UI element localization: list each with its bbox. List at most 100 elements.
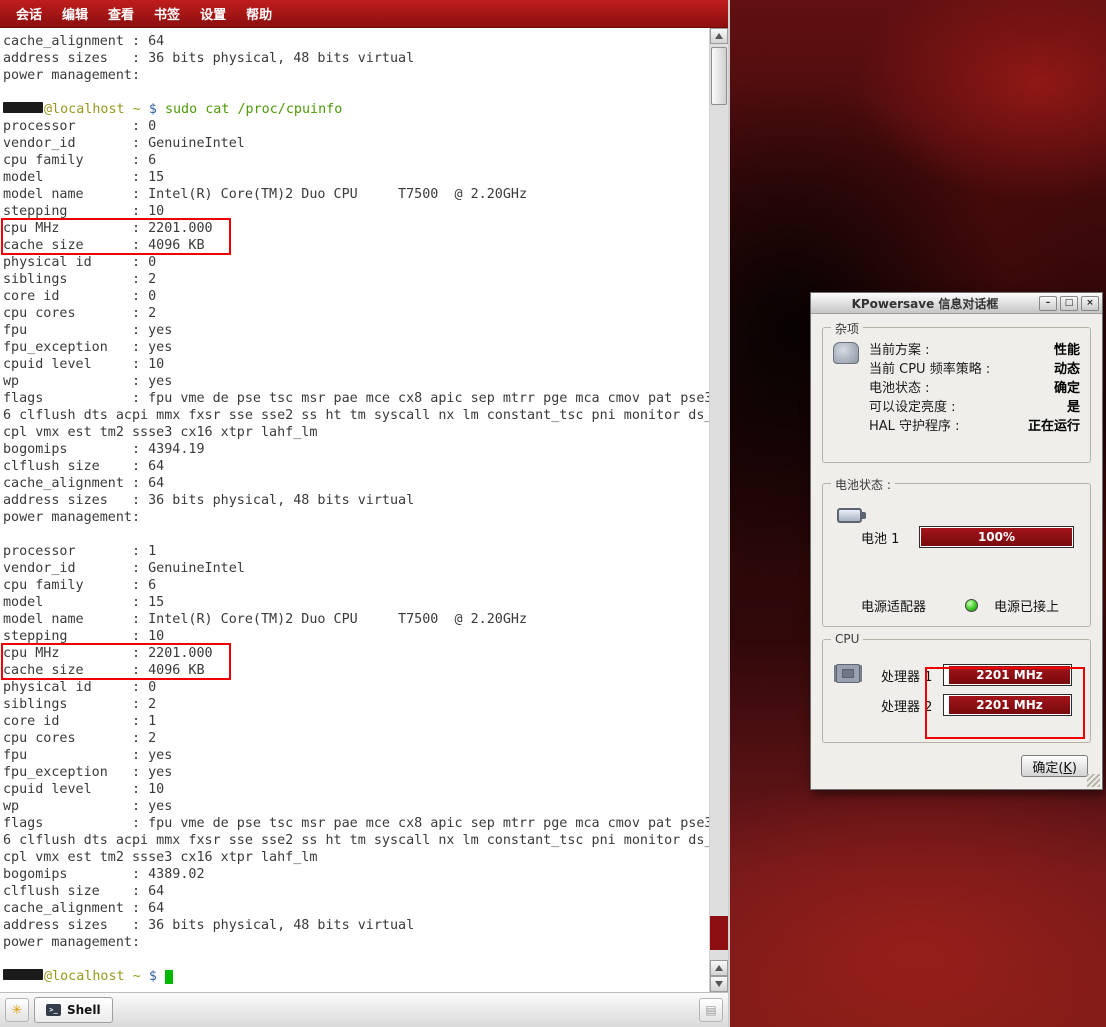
- adapter-status: 电源已接上: [994, 596, 1059, 615]
- close-button[interactable]: ×: [1081, 296, 1099, 311]
- adapter-row: 电源适配器 电源已接上: [861, 596, 1076, 615]
- terminal-line: cpu MHz : 2201.000: [3, 645, 709, 662]
- terminal-line: cache_alignment : 64: [3, 900, 709, 917]
- terminal-line: power management:: [3, 67, 709, 84]
- tab-shell[interactable]: >_ Shell: [34, 997, 113, 1023]
- scrollbar-thumb[interactable]: [711, 47, 727, 105]
- misc-label-2: 当前 CPU 频率策略 :: [869, 358, 990, 377]
- session-list-button[interactable]: ▤: [699, 998, 723, 1022]
- scroll-up-button[interactable]: [710, 28, 728, 44]
- resize-grip[interactable]: [1087, 774, 1100, 787]
- misc-label-4: 可以设定亮度 :: [869, 396, 956, 415]
- terminal-line: cpu family : 6: [3, 577, 709, 594]
- tab-bar: ✳ >_ Shell ▤: [0, 992, 728, 1027]
- cpu-row-2: 处理器 22201 MHz: [881, 690, 1072, 720]
- kpowersave-icon: [833, 342, 859, 364]
- misc-value-4: 是: [1067, 396, 1080, 415]
- terminal-line: model name : Intel(R) Core(TM)2 Duo CPU …: [3, 611, 709, 628]
- redacted-username: [3, 969, 43, 980]
- cpu-label-1: 处理器 1: [881, 666, 937, 685]
- scrollbar-track[interactable]: [710, 44, 728, 960]
- scroll-up-button-bottom[interactable]: [710, 960, 728, 976]
- misc-row-2: 当前 CPU 频率策略 :动态: [869, 358, 1080, 377]
- menu-item-session[interactable]: 会话: [6, 0, 52, 27]
- scrollbar[interactable]: [709, 28, 728, 992]
- cpu-row-1: 处理器 1 2201 MHz: [881, 660, 1072, 690]
- menu-item-help[interactable]: 帮助: [236, 0, 282, 27]
- terminal-line: core id : 0: [3, 288, 709, 305]
- cpu-rows: 处理器 1 2201 MHz 处理器 22201 MHz: [881, 660, 1072, 720]
- terminal-line: 6 clflush dts acpi mmx fxsr sse sse2 ss …: [3, 407, 709, 424]
- scroll-down-button[interactable]: [710, 976, 728, 992]
- terminal-line: bogomips : 4389.02: [3, 866, 709, 883]
- terminal-line: physical id : 0: [3, 254, 709, 271]
- terminal-line: siblings : 2: [3, 271, 709, 288]
- minimize-button[interactable]: –: [1039, 296, 1057, 311]
- terminal-line: flags : fpu vme de pse tsc msr pae mce c…: [3, 390, 709, 407]
- terminal-line: cpl vmx est tm2 ssse3 cx16 xtpr lahf_lm: [3, 849, 709, 866]
- menu-item-view[interactable]: 查看: [98, 0, 144, 27]
- screen: 会话编辑查看书签设置帮助 cache_alignment : 64address…: [0, 0, 1106, 1027]
- arrow-up-icon: [715, 965, 723, 971]
- battery-icon: [837, 508, 862, 523]
- group-cpu: CPU 处理器 12201 MHz处理器 22201 MHz: [822, 639, 1091, 743]
- prompt-path: ~: [125, 102, 149, 117]
- cpu-progress-fill-1: 2201 MHz: [949, 666, 1070, 684]
- terminal-line: stepping : 10: [3, 203, 709, 220]
- menu-item-edit[interactable]: 编辑: [52, 0, 98, 27]
- terminal-line: model : 15: [3, 169, 709, 186]
- terminal-line: cpu cores : 2: [3, 305, 709, 322]
- misc-row-1: 当前方案 : 性能: [869, 339, 1080, 358]
- command-text: sudo cat /proc/cpuinfo: [165, 102, 342, 117]
- terminal-line: cpu MHz : 2201.000: [3, 220, 709, 237]
- terminal-line: physical id : 0: [3, 679, 709, 696]
- terminal-line: cpuid level : 10: [3, 356, 709, 373]
- terminal-line: cache size : 4096 KB: [3, 662, 709, 679]
- group-misc: 杂项 当前方案 :性能当前 CPU 频率策略 :动态电池状态 :确定可以设定亮度…: [822, 327, 1091, 463]
- scrollbar-marker: [710, 916, 728, 950]
- desktop-background: KPowersave 信息对话框 – □ × 杂项 当前方案 :性能当前 CPU…: [730, 0, 1106, 1027]
- terminal-line: core id : 1: [3, 713, 709, 730]
- terminal-cursor: [165, 970, 173, 984]
- terminal-line: cpuid level : 10: [3, 781, 709, 798]
- battery-progressbar: 100%: [919, 526, 1074, 548]
- terminal-line: cache_alignment : 64: [3, 475, 709, 492]
- terminal-line: address sizes : 36 bits physical, 48 bit…: [3, 917, 709, 934]
- battery-row: 电池 1 100%: [861, 526, 1074, 548]
- battery-label: 电池 1: [861, 528, 919, 547]
- misc-value-1: 性能: [1054, 339, 1080, 358]
- prompt-symbol: $: [149, 969, 165, 984]
- terminal-line: processor : 1: [3, 543, 709, 560]
- misc-label-1: 当前方案 :: [869, 339, 930, 358]
- ok-button[interactable]: 确定(K): [1021, 755, 1088, 777]
- terminal-output: cache_alignment : 64address sizes : 36 b…: [3, 33, 709, 985]
- cpu-label-2: 处理器 2: [881, 696, 937, 715]
- terminal-line: address sizes : 36 bits physical, 48 bit…: [3, 50, 709, 67]
- terminal-line: [3, 526, 709, 543]
- adapter-label: 电源适配器: [861, 596, 965, 615]
- misc-rows: 当前方案 : 性能当前 CPU 频率策略 :动态电池状态 :确定可以设定亮度 : 是…: [869, 339, 1080, 434]
- terminal-line: clflush size : 64: [3, 458, 709, 475]
- ok-label-accel: K: [1063, 761, 1072, 776]
- maximize-button[interactable]: □: [1060, 296, 1078, 311]
- terminal-line: address sizes : 36 bits physical, 48 bit…: [3, 492, 709, 509]
- misc-row-3: 电池状态 :确定: [869, 377, 1080, 396]
- prompt-line: @localhost ~ $: [3, 968, 709, 985]
- prompt-host: @localhost: [44, 102, 125, 117]
- terminal-line: model : 15: [3, 594, 709, 611]
- dialog-titlebar[interactable]: KPowersave 信息对话框 – □ ×: [811, 293, 1102, 314]
- misc-label-5: HAL 守护程序 :: [869, 415, 960, 434]
- terminal[interactable]: cache_alignment : 64address sizes : 36 b…: [0, 28, 709, 992]
- arrow-down-icon: [715, 981, 723, 987]
- group-battery: 电池状态 : 电池 1 100% 电源适配器 电源已接上: [822, 483, 1091, 627]
- misc-value-5: 正在运行: [1028, 415, 1080, 434]
- misc-row-4: 可以设定亮度 : 是: [869, 396, 1080, 415]
- terminal-line: cache_alignment : 64: [3, 33, 709, 50]
- misc-row-5: HAL 守护程序 : 正在运行: [869, 415, 1080, 434]
- terminal-line: vendor_id : GenuineIntel: [3, 135, 709, 152]
- menu-item-bookmarks[interactable]: 书签: [144, 0, 190, 27]
- terminal-line: cpu family : 6: [3, 152, 709, 169]
- menu-item-settings[interactable]: 设置: [190, 0, 236, 27]
- new-session-button[interactable]: ✳: [5, 998, 29, 1022]
- terminal-line: wp : yes: [3, 798, 709, 815]
